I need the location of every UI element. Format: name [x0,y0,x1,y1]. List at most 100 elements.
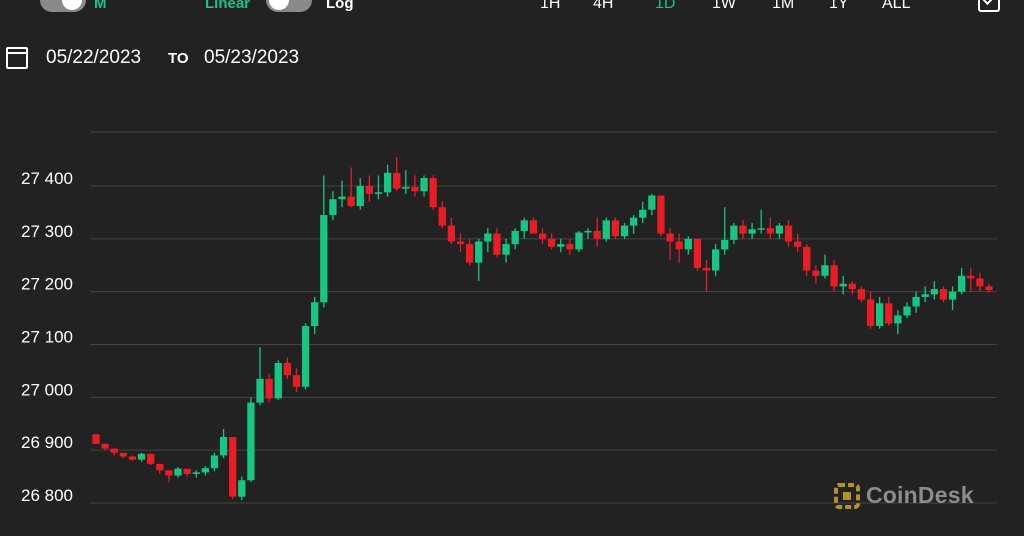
candle-body [119,452,127,457]
candlestick-chart: 26 800 26 900 27 000 27 100 27 200 27 300 27 4… [21,131,997,505]
candle-body [128,456,137,460]
candle-body [803,246,811,271]
candle-body [411,187,419,192]
candle-body [748,229,756,234]
candle-body [456,241,465,245]
coindesk-logo: CoinDesk [834,482,974,509]
candle-body [958,275,966,292]
candle-body [156,463,164,471]
candle-body [101,443,109,449]
candle-body [584,230,592,233]
candle-body [784,225,793,242]
candle-body [147,453,155,464]
candle-body [666,233,674,242]
candle-body [711,249,720,271]
candle-body [639,209,647,218]
candle-body [92,434,100,444]
candle-body [201,468,209,473]
candle-body [475,241,483,263]
candle-body [493,233,501,255]
candle-body [894,315,902,324]
candle-body [110,448,118,453]
candle-body [857,289,866,300]
candle-body [812,270,820,276]
candle-body [165,470,173,476]
candle-body [939,289,948,300]
candle-body [229,436,237,497]
candle-body [611,220,620,237]
candle-body [347,196,355,207]
candle-body [976,278,984,287]
candle-body [757,228,765,230]
candle-body [921,294,929,297]
candle-body [484,233,492,242]
candle-body [775,225,784,234]
candle-body [903,306,911,316]
candle-body [575,232,583,250]
candle-body [301,326,310,387]
candle-body [265,378,273,399]
candle-body [912,296,920,307]
brand-name: CoinDesk [866,482,974,508]
candle-body [137,453,146,460]
candle-body [876,303,884,327]
candle-body [520,220,528,231]
candle-body [292,375,301,387]
candle-body [739,225,747,234]
candle-body [866,299,875,327]
candle-body [566,244,574,250]
candle-body [721,239,729,250]
candle-body [283,362,292,376]
candle-body [383,172,392,193]
candle-body [730,225,738,240]
candle-body [429,178,437,208]
candle-body [219,436,228,456]
candle-body [247,402,255,481]
candle-body [839,283,847,287]
candle-body [311,302,319,327]
candle-body [702,267,711,271]
y-tick-label: 26 900 [21,433,73,452]
y-tick-label: 27 000 [21,380,73,399]
candle-body [447,225,456,242]
y-tick-label: 26 800 [21,486,73,505]
candle-body [274,362,282,399]
candle-body [657,195,665,234]
candle-body [793,241,802,247]
y-tick-label: 27 100 [21,328,73,347]
candle-body [502,244,510,255]
candle-body [620,225,629,237]
candle-body [593,230,601,239]
candle-body [529,220,538,234]
candle-body [356,186,364,207]
candle-body [766,228,774,234]
candle-body [684,238,692,250]
candle-body [648,195,656,210]
candle-body [183,468,191,474]
y-tick-label: 27 400 [21,169,73,188]
candle-body [320,215,328,303]
candle-body [538,233,547,239]
candle-body [465,244,474,263]
candle-body [557,244,565,247]
candle-body [338,196,346,200]
candle-body [329,199,337,216]
candle-body [256,378,264,403]
candle-body [511,230,519,245]
candle-body [402,187,410,189]
candle-body [192,472,200,474]
candle-body [948,291,957,300]
candle-body [967,275,975,279]
candle-body [985,286,993,291]
candle-body [602,220,610,239]
candle-body [365,186,374,194]
candle-body [830,265,838,287]
candle-body [885,303,893,324]
candle-body [693,238,702,268]
candle-body [438,207,446,226]
candle-body [547,238,556,247]
candle-body [420,178,428,192]
candle-body [174,468,182,476]
coindesk-logo-icon [834,482,860,509]
candle-body [374,192,383,194]
